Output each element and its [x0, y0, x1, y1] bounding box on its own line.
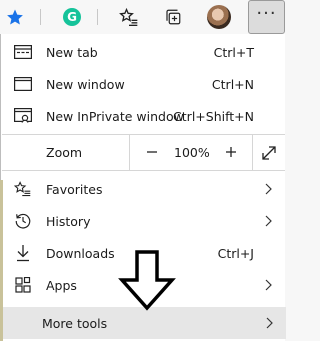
favorites-icon	[14, 181, 32, 197]
menu-item-label: Downloads	[46, 245, 115, 261]
background-edge	[0, 180, 3, 341]
shortcut-label: Ctrl+N	[211, 76, 254, 92]
chevron-right-icon	[265, 279, 272, 291]
menu-item-label: Favorites	[46, 181, 103, 197]
menu-item-new-window[interactable]: New window Ctrl+N	[1, 68, 285, 100]
avatar	[207, 5, 231, 29]
grammarly-icon: G	[63, 8, 81, 26]
chevron-right-icon	[265, 183, 272, 195]
inprivate-icon	[14, 108, 32, 124]
menu-item-label: New window	[46, 76, 125, 92]
shortcut-label: Ctrl+T	[213, 44, 254, 60]
chevron-right-icon	[266, 317, 273, 329]
menu-divider	[2, 170, 285, 171]
zoom-label: Zoom	[46, 145, 83, 160]
zoom-in-button[interactable]	[220, 141, 242, 163]
zoom-row: Zoom 100%	[1, 135, 285, 170]
grammarly-extension-button[interactable]: G	[57, 2, 87, 32]
collections-button[interactable]	[158, 2, 188, 32]
menu-item-label: History	[46, 213, 91, 229]
full-screen-button[interactable]	[258, 142, 280, 164]
menu-item-new-inprivate-window[interactable]: New InPrivate window Ctrl+Shift+N	[1, 100, 285, 132]
menu-item-new-tab[interactable]: New tab Ctrl+T	[1, 36, 285, 68]
new-tab-icon	[14, 44, 32, 60]
full-screen-icon	[262, 146, 276, 160]
toolbar-divider	[40, 9, 41, 25]
favorites-icon	[119, 7, 138, 26]
shortcut-label: Ctrl+J	[217, 245, 254, 261]
history-icon	[14, 213, 32, 229]
zoom-level: 100%	[174, 145, 210, 160]
down-arrow-annotation-icon	[118, 250, 176, 311]
zoom-out-button[interactable]	[141, 141, 163, 163]
toolbar-divider	[97, 9, 98, 25]
new-window-icon	[14, 76, 32, 92]
menu-item-label: Apps	[46, 277, 77, 293]
favorites-button[interactable]	[114, 2, 144, 32]
settings-and-more-button[interactable]: ···	[248, 0, 285, 34]
menu-item-history[interactable]: History	[1, 205, 285, 237]
menu-item-label: New tab	[46, 44, 98, 60]
zoom-controls: 100%	[129, 135, 253, 170]
plus-icon	[226, 147, 236, 157]
browser-toolbar: G ···	[0, 0, 285, 34]
chevron-right-icon	[265, 215, 272, 227]
more-icon: ···	[256, 3, 277, 24]
favorite-star-button[interactable]	[0, 2, 30, 32]
menu-item-label: New InPrivate window	[46, 108, 184, 124]
minus-icon	[147, 151, 157, 153]
download-icon	[14, 245, 32, 262]
menu-item-label: More tools	[42, 316, 108, 331]
collections-icon	[166, 9, 181, 25]
shortcut-label: Ctrl+Shift+N	[173, 108, 254, 124]
apps-icon	[14, 277, 32, 293]
profile-button[interactable]	[204, 2, 234, 32]
star-icon	[7, 9, 23, 25]
menu-item-favorites[interactable]: Favorites	[1, 173, 285, 205]
